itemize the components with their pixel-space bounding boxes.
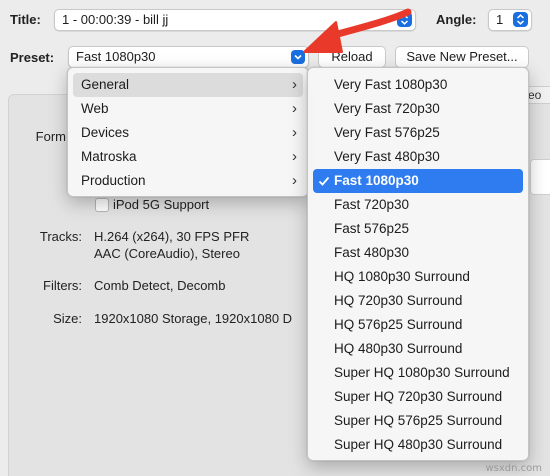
preset-label: Preset: [10,50,55,65]
menu-item-preset[interactable]: HQ 720p30 Surround [313,289,523,313]
menu-item-label: Fast 720p30 [334,197,410,212]
menu-item-preset[interactable]: Fast 576p25 [313,217,523,241]
menu-item-preset[interactable]: HQ 480p30 Surround [313,337,523,361]
menu-item-label: Very Fast 576p25 [334,125,440,140]
menu-item-label: Very Fast 1080p30 [334,77,448,92]
menu-item-preset[interactable]: Very Fast 576p25 [313,121,523,145]
tracks-label: Tracks: [39,229,82,244]
chevron-right-icon: › [292,172,297,189]
menu-item-label: Fast 576p25 [334,221,410,236]
filters-label: Filters: [43,278,82,293]
menu-item-label: Super HQ 1080p30 Surround [334,365,510,380]
menu-item-label: Fast 1080p30 [334,173,419,188]
preset-popup[interactable]: Fast 1080p30 [68,46,309,68]
menu-item-preset[interactable]: Super HQ 720p30 Surround [313,385,523,409]
menu-item-devices[interactable]: Devices › [73,121,303,145]
menu-item-preset[interactable]: Very Fast 1080p30 [313,73,523,97]
preset-popup-value: Fast 1080p30 [76,49,156,64]
preset-category-menu: General › Web › Devices › Matroska › Pro… [67,67,309,197]
chevron-right-icon: › [292,100,297,117]
title-popup-value: 1 - 00:00:39 - bill jj [62,12,169,27]
menu-item-matroska[interactable]: Matroska › [73,145,303,169]
menu-item-preset-selected[interactable]: Fast 1080p30 [313,169,523,193]
chevron-right-icon: › [292,76,297,93]
up-down-stepper-icon [513,12,528,27]
menu-item-label: Devices [81,125,130,140]
menu-item-label: HQ 720p30 Surround [334,293,463,308]
menu-item-label: HQ 480p30 Surround [334,341,463,356]
ipod-label: iPod 5G Support [113,197,210,212]
menu-item-preset[interactable]: HQ 1080p30 Surround [313,265,523,289]
menu-item-label: Production [81,173,146,188]
menu-item-label: HQ 1080p30 Surround [334,269,470,284]
menu-item-preset[interactable]: Very Fast 480p30 [313,145,523,169]
size-label: Size: [53,311,82,326]
menu-item-label: General [81,77,130,92]
menu-item-production[interactable]: Production › [73,169,303,193]
menu-item-label: Matroska [81,149,137,164]
menu-item-preset[interactable]: Fast 480p30 [313,241,523,265]
ipod-checkbox[interactable] [95,198,109,212]
menu-item-label: Fast 480p30 [334,245,410,260]
menu-item-label: Web [81,101,109,116]
menu-item-preset[interactable]: HQ 576p25 Surround [313,313,523,337]
format-popup-partial[interactable] [530,159,550,195]
chevron-right-icon: › [292,148,297,165]
menu-item-preset[interactable]: Super HQ 480p30 Surround [313,433,523,457]
menu-item-preset[interactable]: Super HQ 1080p30 Surround [313,361,523,385]
annotation-arrow-icon [303,8,412,53]
title-label: Title: [10,12,41,27]
tracks-video: H.264 (x264), 30 FPS PFR [94,229,250,244]
menu-item-preset[interactable]: Super HQ 576p25 Surround [313,409,523,433]
menu-item-label: HQ 576p25 Surround [334,317,463,332]
size-value: 1920x1080 Storage, 1920x1080 D [94,311,293,326]
menu-item-label: Super HQ 576p25 Surround [334,413,503,428]
filters-value: Comb Detect, Decomb [94,278,226,293]
menu-item-label: Very Fast 720p30 [334,101,440,116]
tracks-audio: AAC (CoreAudio), Stereo [94,246,240,261]
general-presets-submenu: Very Fast 1080p30 Very Fast 720p30 Very … [307,67,529,461]
angle-popup-value: 1 [496,12,504,27]
watermark: wsxdn.com [485,463,542,474]
menu-item-label: Very Fast 480p30 [334,149,440,164]
menu-item-label: Super HQ 480p30 Surround [334,437,503,452]
angle-label: Angle: [436,12,477,27]
menu-item-web[interactable]: Web › [73,97,303,121]
angle-popup[interactable]: 1 [488,9,532,31]
chevron-right-icon: › [292,124,297,141]
format-label: Form [35,129,66,144]
menu-item-preset[interactable]: Fast 720p30 [313,193,523,217]
menu-item-general[interactable]: General › [73,73,303,97]
menu-item-label: Super HQ 720p30 Surround [334,389,503,404]
menu-item-preset[interactable]: Very Fast 720p30 [313,97,523,121]
